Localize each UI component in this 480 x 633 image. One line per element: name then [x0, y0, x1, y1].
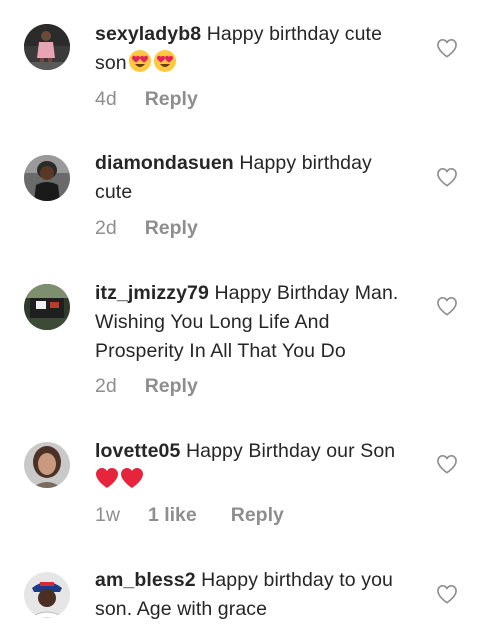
reply-button[interactable]: Reply: [231, 504, 284, 527]
like-heart-icon[interactable]: [436, 454, 458, 474]
comment-username[interactable]: am_bless2: [95, 569, 196, 591]
comment-time: 1w: [95, 504, 120, 526]
comment-username[interactable]: sexyladyb8: [95, 23, 201, 45]
avatar[interactable]: [24, 284, 70, 330]
comment-meta: 4d Reply: [95, 88, 198, 111]
heart-eyes-emoji: [153, 49, 177, 82]
like-heart-icon[interactable]: [436, 296, 458, 316]
like-heart-icon[interactable]: [436, 167, 458, 187]
likes-count[interactable]: 1 like: [148, 504, 197, 527]
red-heart-emoji: [95, 466, 119, 499]
comment-text: lovette05 Happy Birthday our Son: [95, 437, 413, 499]
comment-text: sexyladyb8 Happy birthday cute son: [95, 20, 413, 82]
reply-button[interactable]: Reply: [145, 88, 198, 111]
comment-body: Happy Birthday our Son: [185, 440, 396, 462]
avatar[interactable]: [24, 442, 70, 488]
reply-button[interactable]: Reply: [145, 375, 198, 398]
comment-meta: 2d Reply: [95, 217, 198, 240]
comment-text: am_bless2 Happy birthday to you son. Age…: [95, 566, 413, 624]
avatar[interactable]: [24, 572, 70, 618]
heart-eyes-emoji: [128, 49, 152, 82]
like-heart-icon[interactable]: [436, 584, 458, 604]
comment-time: 4d: [95, 88, 117, 110]
like-heart-icon[interactable]: [436, 38, 458, 58]
avatar[interactable]: [24, 24, 70, 70]
comment-meta: 1w 1 like Reply: [95, 504, 284, 527]
comment-text: diamondasuen Happy birthday cute: [95, 149, 413, 207]
reply-button[interactable]: Reply: [145, 217, 198, 240]
comment-text: itz_jmizzy79 Happy Birthday Man. Wishing…: [95, 279, 413, 366]
comment-username[interactable]: diamondasuen: [95, 152, 234, 174]
comment-username[interactable]: itz_jmizzy79: [95, 282, 209, 304]
avatar[interactable]: [24, 155, 70, 201]
comment-time: 2d: [95, 375, 117, 397]
comment-meta: 2d Reply: [95, 375, 198, 398]
comment-username[interactable]: lovette05: [95, 440, 180, 462]
comment-time: 2d: [95, 217, 117, 239]
red-heart-emoji: [120, 466, 144, 499]
